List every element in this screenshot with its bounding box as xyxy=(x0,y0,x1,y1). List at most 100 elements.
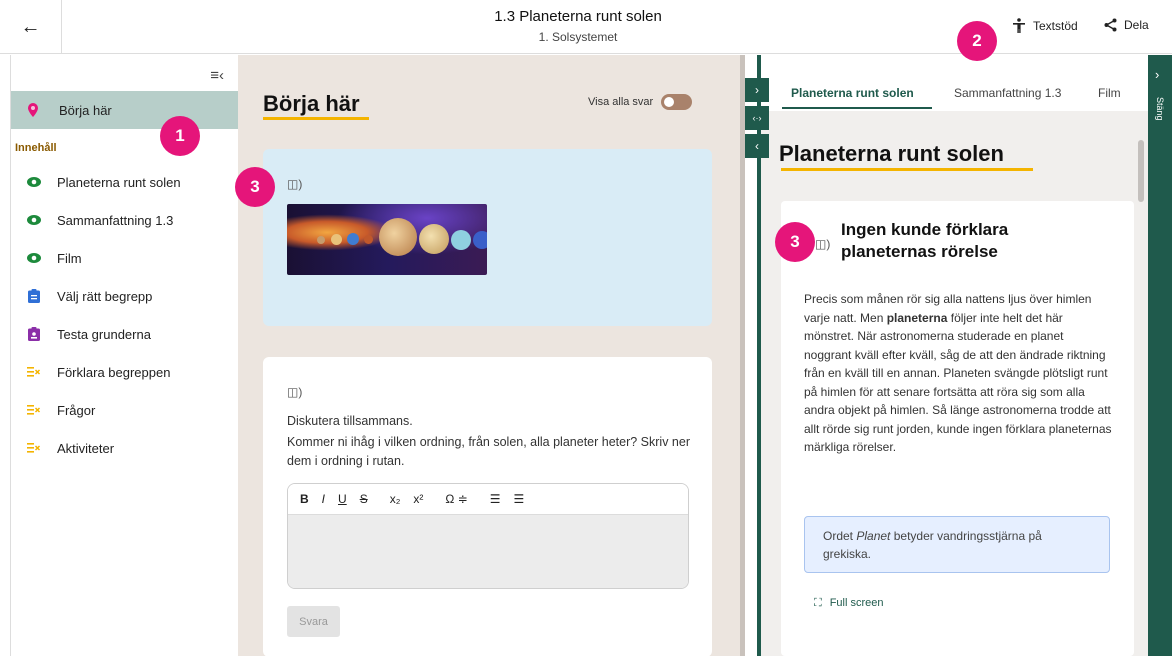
expand-right-button[interactable]: › xyxy=(745,78,769,102)
ordered-list-button[interactable]: ☰ xyxy=(490,492,501,506)
listen-icon[interactable]: ◫) xyxy=(815,237,830,251)
image-card: ◫) xyxy=(263,149,712,326)
share-button[interactable]: Dela xyxy=(1104,18,1149,32)
sidebar-item-start-label: Börja här xyxy=(59,102,112,118)
discussion-line-1: Diskutera tillsammans. xyxy=(287,414,413,428)
editor-toolbar: B I U S x₂ x² Ω ≑ ☰ ☰ xyxy=(288,484,688,515)
test-icon xyxy=(25,327,43,341)
clipboard-icon xyxy=(25,289,43,303)
callout-badge-3: 3 xyxy=(235,167,275,207)
article-card: ◫) Ingen kunde förklara planeternas röre… xyxy=(781,201,1134,656)
fullscreen-icon: ⛶ xyxy=(814,597,822,609)
sidebar-item-forklara-begreppen[interactable]: Förklara begreppen xyxy=(11,353,239,391)
answer-editor[interactable]: B I U S x₂ x² Ω ≑ ☰ ☰ xyxy=(287,483,689,589)
sidebar-item-label: Film xyxy=(57,250,82,266)
page-title-block: 1.3 Planeterna runt solen 1. Solsystemet xyxy=(300,8,856,44)
reading-panel: Planeterna runt solen Sammanfattning 1.3… xyxy=(757,55,1148,656)
share-label: Dela xyxy=(1124,18,1149,32)
sidebar-item-label: Frågor xyxy=(57,402,96,418)
listen-icon[interactable]: ◫) xyxy=(287,177,302,191)
sidebar-item-label: Planeterna runt solen xyxy=(57,174,181,190)
sidebar-item-valj-ratt-begrepp[interactable]: Välj rätt begrepp xyxy=(11,277,239,315)
callout-badge-2: 2 xyxy=(957,21,997,61)
fullscreen-label: Full screen xyxy=(829,597,884,609)
article-body-part-2: följer inte helt det här mönstret. När a… xyxy=(804,310,1112,455)
show-answers-label: Visa alla svar xyxy=(588,96,654,108)
sidebar-item-aktiviteter[interactable]: Aktiviteter xyxy=(11,429,239,467)
eye-icon xyxy=(25,215,43,225)
sidebar-item-label: Välj rätt begrepp xyxy=(57,288,153,304)
article-body-bold: planeterna xyxy=(886,310,948,325)
strikethrough-button[interactable]: S xyxy=(360,492,368,506)
close-panel-strip[interactable]: › Stäng xyxy=(1148,55,1172,656)
share-icon xyxy=(1104,18,1117,32)
sidebar-item-fragor[interactable]: Frågor xyxy=(11,391,239,429)
toggle-switch[interactable] xyxy=(661,94,693,110)
split-view-button[interactable]: ‹·› xyxy=(745,106,769,130)
active-tab-indicator xyxy=(782,107,932,109)
pin-icon xyxy=(27,103,45,117)
sidebar-item-start[interactable]: Börja här xyxy=(11,91,239,129)
textstod-label: Textstöd xyxy=(1033,19,1078,33)
task-icon xyxy=(25,366,43,378)
page-title: 1.3 Planeterna runt solen xyxy=(494,8,662,25)
sidebar-item-testa-grunderna[interactable]: Testa grunderna xyxy=(11,315,239,353)
main-heading: Börja här xyxy=(263,91,360,116)
page-subtitle: 1. Solsystemet xyxy=(538,30,618,44)
sidebar-item-sammanfattning[interactable]: Sammanfattning 1.3 xyxy=(11,201,239,239)
callout-badge-1: 1 xyxy=(160,116,200,156)
discussion-line-2: Kommer ni ihåg i vilken ordning, från so… xyxy=(287,435,690,468)
sidebar-item-label: Aktiviteter xyxy=(57,440,115,456)
tab-planeterna[interactable]: Planeterna runt solen xyxy=(791,86,914,100)
superscript-button[interactable]: x² xyxy=(413,492,423,506)
textstod-button[interactable]: Textstöd xyxy=(1012,18,1078,34)
listen-icon[interactable]: ◫) xyxy=(287,385,302,399)
discussion-card: ◫) Diskutera tillsammans. Kommer ni ihåg… xyxy=(263,357,712,656)
tab-sammanfattning[interactable]: Sammanfattning 1.3 xyxy=(954,86,1061,100)
fact-box: Ordet Planet betyder vandringsstjärna på… xyxy=(804,516,1110,573)
arrow-left-icon: ← xyxy=(20,15,41,38)
subscript-button[interactable]: x₂ xyxy=(390,492,401,506)
heading-underline xyxy=(263,117,369,120)
task-icon xyxy=(25,404,43,416)
fact-text-italic: Planet xyxy=(856,529,891,543)
underline-button[interactable]: U xyxy=(338,492,347,506)
resize-horizontal-icon: ‹·› xyxy=(752,113,762,123)
sidebar-nav-list: Planeterna runt solen Sammanfattning 1.3… xyxy=(11,163,239,467)
italic-button[interactable]: I xyxy=(322,492,325,506)
discussion-text: Diskutera tillsammans. Kommer ni ihåg i … xyxy=(287,412,697,471)
panel-tabs: Planeterna runt solen Sammanfattning 1.3… xyxy=(761,55,1148,111)
eye-icon xyxy=(25,253,43,263)
fact-text-1: Ordet xyxy=(823,529,857,543)
expand-left-button[interactable]: ‹ xyxy=(745,134,769,158)
panel-scrollbar[interactable] xyxy=(1138,140,1144,202)
submit-button[interactable]: Svara xyxy=(287,606,340,637)
solar-system-image xyxy=(287,204,487,275)
task-icon xyxy=(25,442,43,454)
panel-heading-underline xyxy=(781,168,1033,171)
sidebar-section-heading: Innehåll xyxy=(15,142,57,154)
bullet-list-button[interactable]: ☰ xyxy=(514,492,525,506)
editor-text-area[interactable] xyxy=(288,515,688,588)
sidebar-item-label: Sammanfattning 1.3 xyxy=(57,212,174,228)
main-content: Börja här Visa alla svar ◫) ◫) Diskutera… xyxy=(238,55,740,656)
fullscreen-button[interactable]: ⛶ Full screen xyxy=(814,597,884,610)
sidebar-item-film[interactable]: Film xyxy=(11,239,239,277)
sidebar-item-label: Testa grunderna xyxy=(57,326,151,342)
sidebar: ≡‹ Börja här Innehåll Planeterna runt so… xyxy=(10,55,239,656)
panel-heading: Planeterna runt solen xyxy=(779,141,1004,166)
chevron-left-icon: ‹ xyxy=(755,139,759,153)
accessibility-icon xyxy=(1013,18,1025,33)
show-answers-toggle[interactable]: Visa alla svar xyxy=(588,94,693,110)
sidebar-item-label: Förklara begreppen xyxy=(57,364,171,380)
collapse-sidebar-icon[interactable]: ≡‹ xyxy=(210,67,224,84)
sidebar-item-planeterna[interactable]: Planeterna runt solen xyxy=(11,163,239,201)
callout-badge-3-panel: 3 xyxy=(775,222,815,262)
chevron-right-icon: › xyxy=(1155,67,1160,82)
bold-button[interactable]: B xyxy=(300,492,309,506)
close-label: Stäng xyxy=(1155,97,1165,121)
special-char-dropdown[interactable]: Ω ≑ xyxy=(445,492,467,506)
back-button[interactable]: ← xyxy=(0,0,62,54)
article-title: Ingen kunde förklara planeternas rörelse xyxy=(841,220,1009,261)
tab-film[interactable]: Film xyxy=(1098,86,1121,100)
